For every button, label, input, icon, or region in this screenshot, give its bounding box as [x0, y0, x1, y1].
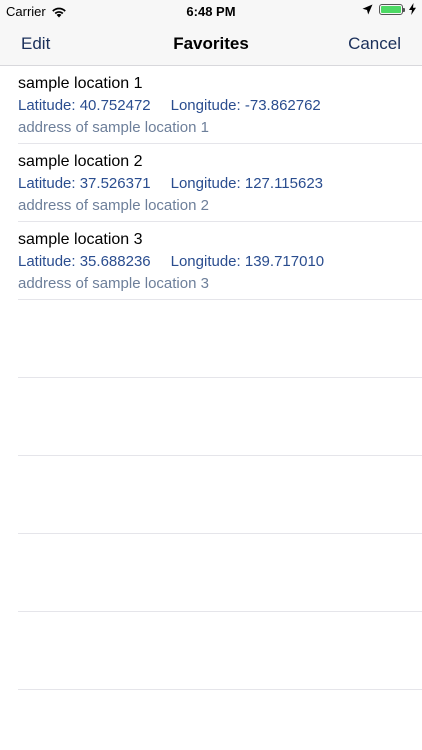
list-item[interactable]: sample location 1 Latitude: 40.752472 Lo… — [18, 66, 422, 144]
location-address: address of sample location 2 — [18, 197, 209, 214]
longitude-label: Longitude: — [170, 253, 241, 270]
cancel-button[interactable]: Cancel — [348, 34, 401, 54]
location-address: address of sample location 1 — [18, 119, 209, 136]
longitude-text: Longitude: -73.862762 — [171, 97, 321, 114]
longitude-label: Longitude: — [170, 175, 241, 192]
empty-row — [18, 456, 422, 534]
battery-icon — [379, 3, 405, 15]
location-coordinates: Latitude: 40.752472 Longitude: -73.86276… — [18, 97, 321, 114]
favorites-screen: Carrier 6:48 PM Edit Favorites Cancel sa… — [0, 0, 422, 750]
location-name: sample location 2 — [18, 153, 143, 170]
status-time: 6:48 PM — [186, 4, 236, 19]
status-bar: Carrier 6:48 PM — [0, 0, 422, 22]
longitude-value: 139.717010 — [244, 253, 325, 270]
latitude-label: Latitude: — [18, 175, 76, 192]
latitude-value: 40.752472 — [79, 97, 151, 114]
location-name: sample location 3 — [18, 231, 143, 248]
location-arrow-icon — [362, 4, 373, 14]
battery-level — [381, 5, 401, 13]
empty-row — [18, 612, 422, 690]
navigation-bar: Edit Favorites Cancel — [0, 22, 422, 66]
empty-row — [18, 378, 422, 456]
longitude-text: Longitude: 139.717010 — [171, 253, 325, 270]
status-indicators — [362, 3, 416, 15]
longitude-label: Longitude: — [170, 97, 241, 114]
list-item[interactable]: sample location 2 Latitude: 37.526371 Lo… — [18, 144, 422, 222]
latitude-label: Latitude: — [18, 97, 76, 114]
latitude-label: Latitude: — [18, 253, 76, 270]
location-address: address of sample location 3 — [18, 275, 209, 292]
favorites-list: sample location 1 Latitude: 40.752472 Lo… — [0, 66, 422, 690]
list-item[interactable]: sample location 3 Latitude: 35.688236 Lo… — [18, 222, 422, 300]
latitude-text: Latitude: 40.752472 — [18, 97, 151, 114]
location-coordinates: Latitude: 37.526371 Longitude: 127.11562… — [18, 175, 323, 192]
latitude-value: 35.688236 — [79, 253, 151, 270]
latitude-text: Latitude: 37.526371 — [18, 175, 151, 192]
location-coordinates: Latitude: 35.688236 Longitude: 139.71701… — [18, 253, 324, 270]
location-name: sample location 1 — [18, 75, 143, 92]
charging-bolt-icon — [409, 3, 416, 15]
empty-row — [18, 300, 422, 378]
empty-row — [18, 534, 422, 612]
longitude-value: -73.862762 — [244, 97, 321, 114]
longitude-text: Longitude: 127.115623 — [171, 175, 323, 192]
longitude-value: 127.115623 — [244, 175, 324, 192]
latitude-text: Latitude: 35.688236 — [18, 253, 151, 270]
latitude-value: 37.526371 — [79, 175, 151, 192]
